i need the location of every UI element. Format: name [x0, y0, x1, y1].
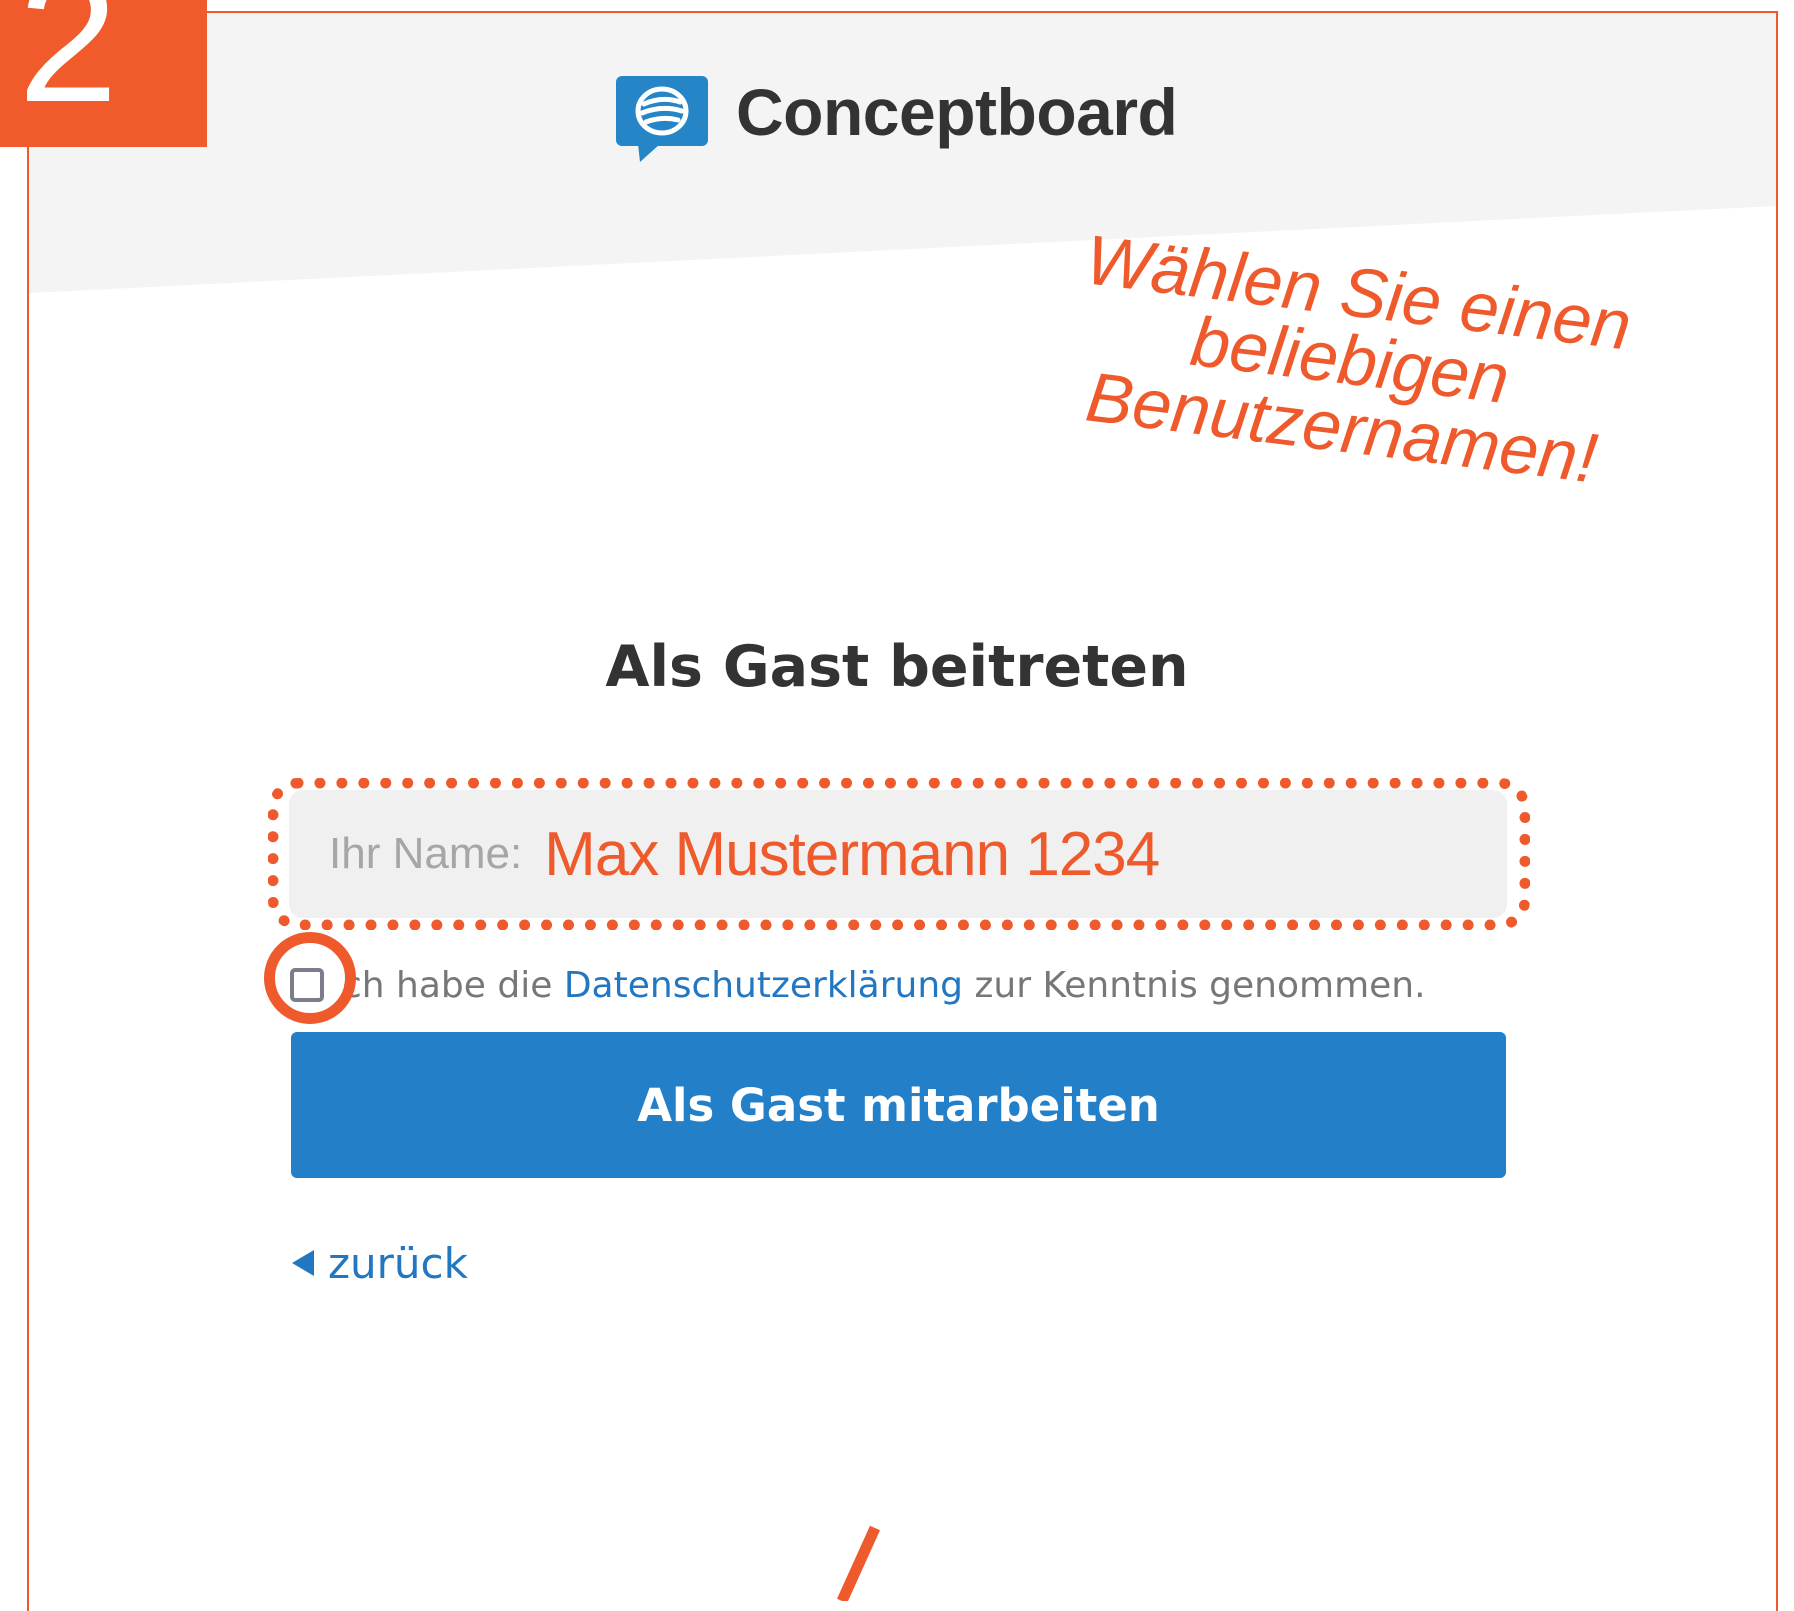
- consent-suffix: zur Kenntnis genommen.: [974, 964, 1426, 1006]
- brand-name: Conceptboard: [736, 75, 1178, 149]
- name-value[interactable]: Max Mustermann 1234: [544, 819, 1160, 890]
- name-label: Ihr Name:: [329, 829, 523, 878]
- name-field[interactable]: Ihr Name: Max Mustermann 1234: [289, 790, 1507, 918]
- checkbox-highlight: [264, 932, 356, 1024]
- step-number: 2: [18, 0, 119, 140]
- consent-prefix: ch habe die: [342, 964, 553, 1006]
- back-label: zurück: [328, 1238, 468, 1288]
- page-title: Als Gast beitreten: [605, 634, 1189, 700]
- triangle-left-icon: [292, 1250, 314, 1276]
- privacy-consent: ch habe die Datenschutzerklärung zur Ken…: [290, 960, 1426, 1010]
- join-as-guest-button[interactable]: Als Gast mitarbeiten: [291, 1032, 1506, 1178]
- speech-bubble-logo-icon: [616, 76, 708, 162]
- back-link[interactable]: zurück: [292, 1233, 468, 1293]
- conceptboard-logo: Conceptboard: [614, 72, 1178, 164]
- step-badge: 2: [0, 0, 207, 147]
- privacy-policy-link[interactable]: Datenschutzerklärung: [564, 965, 963, 1006]
